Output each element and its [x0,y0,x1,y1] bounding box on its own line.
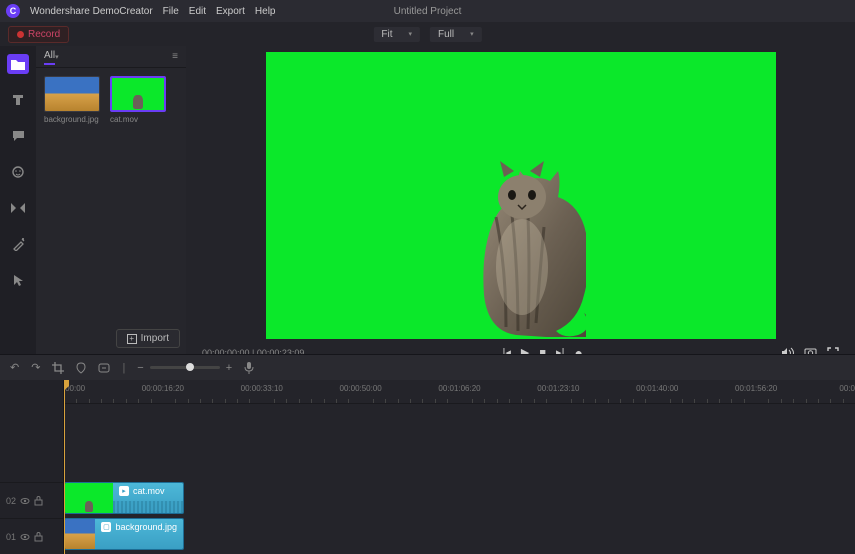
cat-subject [456,147,586,337]
chevron-down-icon: ▾ [408,30,412,38]
track-number: 01 [6,532,16,542]
image-icon: ▢ [101,522,111,532]
lock-icon[interactable] [34,532,43,542]
ruler-tick: 00:01:40:00 [636,384,678,393]
menu-help[interactable]: Help [255,6,276,17]
playhead[interactable] [64,380,65,554]
media-item-background[interactable]: background.jpg [44,76,100,124]
ruler-tick: 00:00:33:10 [241,384,283,393]
preview-area: 00:00:00:00 | 00:00:23:09 |◂ ▶ ■ ▸| ● [186,46,855,354]
thumbnail-image [44,76,100,112]
record-button[interactable]: Record [8,26,69,43]
project-title: Untitled Project [394,6,462,17]
clip-label: background.jpg [115,522,177,532]
ruler-tick: 00:01:56:20 [735,384,777,393]
tab-all[interactable]: All [44,50,55,63]
text-tool[interactable] [7,90,29,110]
marker-button[interactable] [76,362,86,374]
import-label: Import [141,333,169,344]
track-header-1[interactable]: 01 [0,518,63,554]
ruler-tick: 00:00:16:20 [142,384,184,393]
full-dropdown[interactable]: Full ▾ [430,27,482,42]
crop-button[interactable] [52,362,64,374]
tool-strip [0,46,36,354]
media-panel: All ▾ ≡ background.jpg cat.mov + Import [36,46,186,354]
eye-icon[interactable] [20,532,30,542]
record-icon [17,31,24,38]
sticker-tool[interactable] [7,162,29,182]
clip-label: cat.mov [133,486,165,496]
undo-button[interactable]: ↶ [10,361,19,374]
eye-icon[interactable] [20,496,30,506]
fit-label: Fit [381,29,392,40]
time-ruler[interactable]: 00:00:00:0000:00:16:2000:00:33:1000:00:5… [64,380,855,404]
clip-cat[interactable]: ▸ cat.mov [64,482,184,514]
track-header-2[interactable]: 02 [0,482,63,518]
record-label: Record [28,29,60,40]
import-button[interactable]: + Import [116,329,180,348]
track-headers: 02 01 [0,380,64,554]
ruler-tick: 00:01:23:10 [537,384,579,393]
view-options-icon[interactable]: ≡ [172,51,178,62]
speed-button[interactable] [98,362,110,374]
cursor-tool[interactable] [7,270,29,290]
effects-tool[interactable] [7,234,29,254]
ruler-tick: 00:01:06:20 [438,384,480,393]
zoom-slider[interactable]: − + [137,362,232,374]
timeline-toolbar: ↶ ↷ | − + [0,354,855,380]
fit-dropdown[interactable]: Fit ▾ [373,27,420,42]
clip-thumbnail [65,483,113,513]
lock-icon[interactable] [34,496,43,506]
zoom-in-icon[interactable]: + [226,362,232,374]
mic-button[interactable] [244,361,254,374]
media-library-tool[interactable] [7,54,29,74]
ruler-tick: 00:02:13 [839,384,855,393]
media-item-cat[interactable]: cat.mov [110,76,166,124]
app-name: Wondershare DemoCreator [30,6,153,17]
preview-canvas[interactable] [266,52,776,339]
clip-background[interactable]: ▢ background.jpg [64,518,184,550]
timeline-canvas[interactable]: 00:00:00:0000:00:16:2000:00:33:1000:00:5… [64,380,855,554]
clip-thumbnail [65,519,95,549]
record-bar: Record Fit ▾ Full ▾ [0,22,855,46]
menu-file[interactable]: File [163,6,179,17]
menu-export[interactable]: Export [216,6,245,17]
timeline: 02 01 00:00:00:0000:00:16:2000:00:33:100… [0,380,855,554]
track-number: 02 [6,496,16,506]
media-item-label: cat.mov [110,115,166,124]
chevron-down-icon: ▾ [470,30,474,38]
menu-edit[interactable]: Edit [189,6,206,17]
transition-tool[interactable] [7,198,29,218]
main-area: All ▾ ≡ background.jpg cat.mov + Import [0,46,855,354]
plus-icon: + [127,334,137,344]
media-item-label: background.jpg [44,115,100,124]
redo-button[interactable]: ↷ [31,361,40,374]
thumbnail-image [110,76,166,112]
zoom-out-icon[interactable]: − [137,362,143,374]
zoom-track[interactable] [150,366,220,369]
ruler-tick: 00:00:50:00 [339,384,381,393]
full-label: Full [438,29,454,40]
app-logo: C [6,4,20,18]
menubar: C Wondershare DemoCreator File Edit Expo… [0,0,855,22]
annotation-tool[interactable] [7,126,29,146]
chevron-down-icon[interactable]: ▾ [55,53,59,61]
video-icon: ▸ [119,486,129,496]
